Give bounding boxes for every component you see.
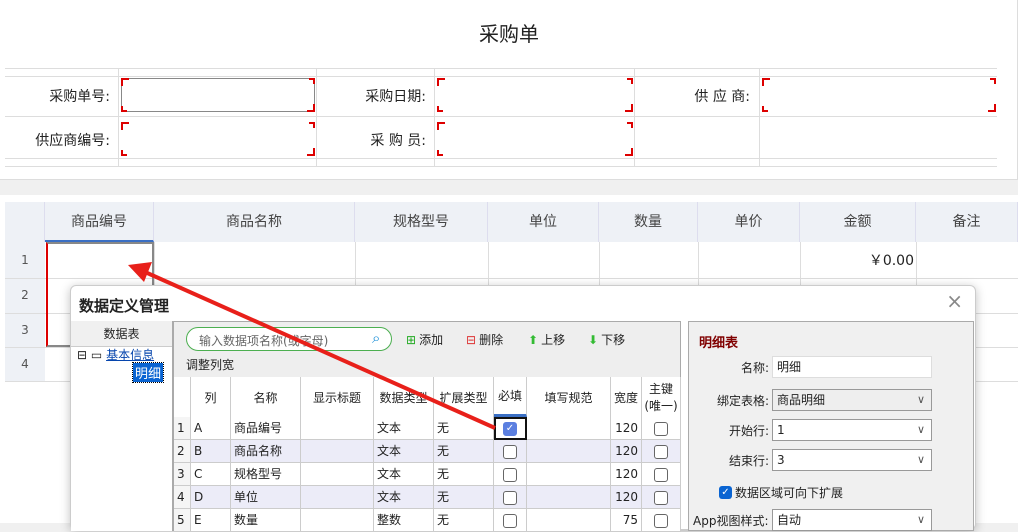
- annotation-arrow: [128, 262, 496, 430]
